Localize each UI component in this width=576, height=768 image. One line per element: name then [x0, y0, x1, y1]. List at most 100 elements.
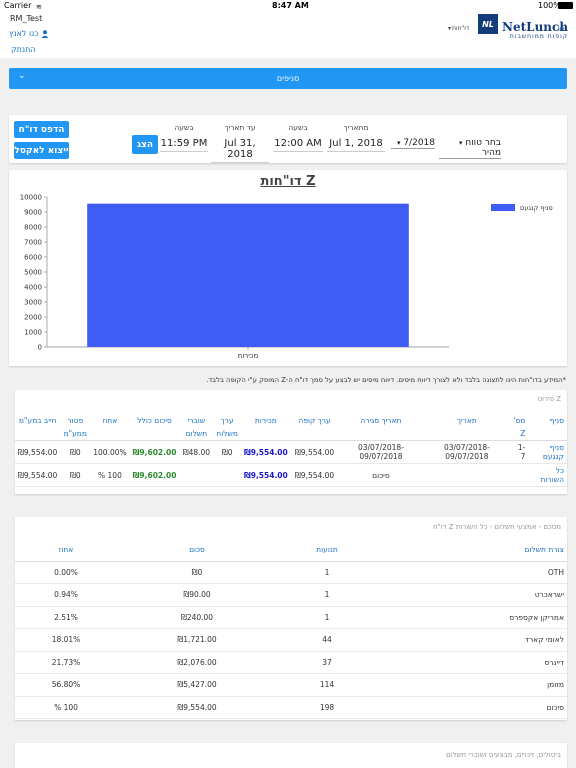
battery-icon	[558, 2, 573, 9]
table-header-row: סניף מס' Z תאריך תאריך סגירה ערך קופה מכ…	[15, 408, 567, 441]
to-time-input[interactable]: 11:59 PM	[160, 138, 208, 152]
table-row: דיינרס 37 ₪2,076.00 21.73%	[15, 651, 567, 674]
app-header: RM_Test כנו לאנץ התנתק ▾ דו"חות NL NetLu…	[0, 12, 576, 58]
cell-branch[interactable]: סניף קנגעם	[528, 440, 567, 464]
user-link[interactable]: כנו לאנץ	[9, 29, 49, 38]
chart-panel: דו"חות Z 0 1000 2000 3000 4000 5000 6000 7000 80…	[9, 170, 567, 366]
month-select-value: 7/2018	[403, 138, 435, 148]
user-link-label: כנו לאנץ	[9, 29, 39, 38]
cell-total-total: ₪9,602.00	[129, 463, 180, 487]
col-taxable[interactable]: חייב במע"מ	[15, 408, 61, 441]
cell-amount: ₪240.00	[117, 606, 277, 629]
cell-total-percent: 100 %	[90, 463, 130, 487]
cell-amount: ₪9,554.00	[117, 696, 277, 719]
table-row: אמריקן אקספרס 1 ₪240.00 2.51%	[15, 606, 567, 629]
logo-tagline: קופות ממוחשבות	[509, 33, 568, 40]
print-report-button[interactable]: הדפס דו"ח	[14, 121, 69, 138]
quick-range-select-value: בחר טווח מהיר	[465, 138, 501, 158]
cell-payment-method: אמריקן אקספרס	[377, 606, 567, 629]
col-z-number[interactable]: מס' Z	[510, 408, 529, 441]
col-percent[interactable]: אחוז	[90, 408, 130, 441]
y-tick-label: 9000	[24, 209, 42, 217]
cell-payment-method: ישראכרט	[377, 583, 567, 607]
table-total-row: כל השורות סיכום ₪9,554.00 ₪9,554.00 ₪9,6…	[15, 463, 567, 487]
legend-swatch	[491, 204, 515, 211]
table-row: מזומן 114 ₪5,427.00 56.80%	[15, 673, 567, 697]
cell-count: 198	[277, 696, 377, 719]
y-tick-label: 10000	[20, 194, 42, 202]
table-header-row: צורת תשלום תנועות סכום אחוז	[15, 539, 567, 562]
cell-count: 1	[277, 606, 377, 629]
cell-sales: ₪9,554.00	[240, 440, 291, 464]
y-tick-label: 1000	[24, 329, 42, 337]
cell-total-sales: ₪9,554.00	[240, 463, 291, 487]
chevron-down-icon: ▾	[458, 139, 463, 147]
col-branch[interactable]: סניף	[528, 408, 567, 441]
logout-link[interactable]: התנתק	[11, 45, 36, 54]
cell-percent: 21.73%	[15, 651, 117, 674]
cell-percent: 56.80%	[15, 673, 117, 697]
col-vouchers[interactable]: שוברי תשלום	[179, 408, 214, 441]
from-time-label: בשעה	[288, 123, 308, 132]
col-delivery[interactable]: ערך משלוח	[213, 408, 241, 441]
col-total[interactable]: סיכום כולל	[129, 408, 180, 441]
table-row: לאומי קארד 44 ₪1,721.00 18.01%	[15, 628, 567, 652]
col-count[interactable]: תנועות	[277, 539, 377, 562]
cell-amount: ₪0	[117, 561, 277, 584]
col-payment-method[interactable]: צורת תשלום	[377, 539, 567, 562]
cell-amount: ₪5,427.00	[117, 673, 277, 697]
show-button[interactable]: הצג	[132, 135, 158, 154]
cell-count: 37	[277, 651, 377, 674]
cell-count: 114	[277, 673, 377, 697]
cell-payment-method: סיכום	[377, 696, 567, 719]
y-tick-label: 8000	[24, 224, 42, 232]
to-date-input[interactable]: Jul 31, 2018	[211, 138, 269, 163]
y-tick-label: 7000	[24, 239, 42, 247]
cell-total-taxable: ₪9,554.00	[15, 463, 61, 487]
x-tick-label: מכירות	[238, 352, 259, 360]
col-close-date[interactable]: תאריך סגירה	[338, 408, 424, 441]
cell-count: 1	[277, 561, 377, 584]
from-time-input[interactable]: 12:00 AM	[273, 138, 323, 152]
payments-table: צורת תשלום תנועות סכום אחוז OTH 1 ₪0 0.00% י…	[15, 539, 567, 719]
y-tick-label: 5000	[24, 269, 42, 277]
col-percent[interactable]: אחוז	[15, 539, 117, 562]
y-tick-label: 3000	[24, 299, 42, 307]
y-tick-label: 4000	[24, 284, 42, 292]
branches-accordion[interactable]: ⌄ סניפים	[9, 68, 567, 89]
z-report-chart: 0 1000 2000 3000 4000 5000 6000 7000 8000 9000 100…	[20, 194, 553, 361]
cell-percent: 0.00%	[15, 561, 117, 584]
export-excel-button[interactable]: ייצוא לאקסל	[14, 142, 69, 159]
cell-all-rows[interactable]: כל השורות	[528, 463, 567, 487]
cell-amount: ₪2,076.00	[117, 651, 277, 674]
cell-z-number: 1-7	[510, 440, 529, 464]
carrier-label: Carrier	[4, 1, 32, 10]
cell-delivery: ₪0	[213, 440, 241, 464]
branches-label: סניפים	[276, 74, 300, 83]
bar-0[interactable]	[87, 203, 409, 347]
quick-range-select[interactable]: ▾ בחר טווח מהיר	[439, 138, 501, 159]
reports-menu[interactable]: ▾ דו"חות	[448, 25, 469, 32]
user-icon	[41, 29, 49, 38]
col-register[interactable]: ערך קופה	[290, 408, 339, 441]
table-row: סניף קנגעם 1-7 03/07/2018-09/07/2018 03/…	[15, 440, 567, 464]
wifi-icon: ≋	[36, 3, 42, 11]
legend-label: סניף קנגעם	[520, 204, 553, 212]
cell-total: ₪9,602.00	[129, 440, 180, 464]
cell-count: 1	[277, 583, 377, 607]
payments-panel: דו"ח Z מסכם - אמצעי תשלום - כל השורות צו…	[15, 517, 567, 720]
col-date[interactable]: תאריך	[423, 408, 511, 441]
clock: 8:47 AM	[272, 1, 309, 10]
cell-date: 03/07/2018-09/07/2018	[423, 440, 511, 464]
from-date-input[interactable]: Jul 1, 2018	[327, 138, 385, 152]
cell-amount: ₪90.00	[117, 583, 277, 607]
col-amount[interactable]: סכום	[117, 539, 277, 562]
logo-badge: NL	[478, 14, 498, 34]
cell-percent: 0.94%	[15, 583, 117, 607]
cell-taxable: ₪9,554.00	[15, 440, 61, 464]
month-select[interactable]: ▾ 7/2018	[391, 138, 435, 149]
y-tick-label: 0	[38, 344, 42, 352]
cell-total-label: סיכום	[338, 463, 424, 487]
col-sales[interactable]: מכירות	[240, 408, 291, 441]
col-exempt[interactable]: פטור ממע"מ	[60, 408, 91, 441]
